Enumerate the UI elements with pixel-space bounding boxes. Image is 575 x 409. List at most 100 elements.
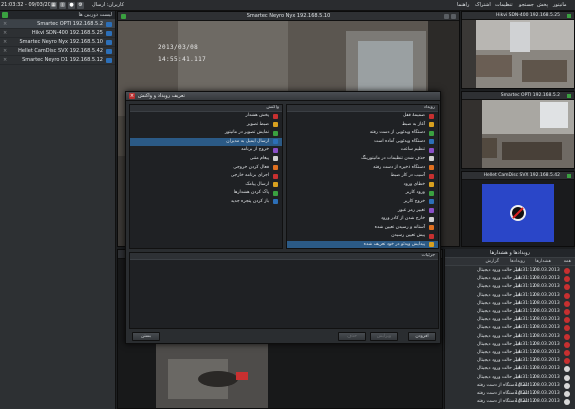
maximize-icon[interactable] bbox=[451, 14, 456, 19]
event-row[interactable]: تغییر حالت ورود دیجیتال 14:31:12 08.03.201… bbox=[445, 357, 575, 365]
event-list-item[interactable]: ضمیمهٔ قفل bbox=[287, 112, 438, 121]
actions-scrollbar[interactable] bbox=[282, 113, 283, 249]
menu-search[interactable]: جستجو bbox=[519, 2, 534, 8]
event-list-item[interactable]: ورود کاربر bbox=[287, 189, 438, 198]
error-icon bbox=[564, 317, 570, 324]
event-list-item[interactable]: آستانه و رسیدن تعیین شده bbox=[287, 224, 438, 233]
list-item-icon bbox=[273, 165, 278, 171]
action-list-item[interactable]: پاک کردن هشدارها bbox=[130, 189, 282, 198]
camera-item[interactable]: × Hikvi SDN-400 192.168.5.25 bbox=[0, 29, 115, 38]
event-row[interactable]: اتصال دستگاه از دست رفته 14:31:12 08.03.20… bbox=[445, 382, 575, 390]
event-list-item[interactable]: حذف شدن تنظیمات در مانیتورینگ bbox=[287, 155, 438, 164]
list-item-label: خروج کاربر bbox=[403, 198, 425, 204]
thumbnail-titlebar: Hikvi SDN-400 192.168.5.25 bbox=[462, 12, 574, 20]
action-list-item[interactable]: نمایش تصویر در مانیتور bbox=[130, 129, 282, 138]
event-row[interactable]: تغییر حالت ورود دیجیتال 14:31:12 08.03.201… bbox=[445, 365, 575, 373]
event-list-item[interactable]: خطای ورود bbox=[287, 181, 438, 190]
tab-alarms[interactable]: هشدارها bbox=[535, 259, 551, 264]
event-date: 08.03.2013 bbox=[534, 309, 560, 314]
list-item-icon bbox=[429, 173, 434, 179]
event-row[interactable]: اتصال دستگاه از دست رفته 14:31:12 08.03.20… bbox=[445, 390, 575, 398]
event-time: 14:31:12 bbox=[515, 399, 536, 405]
event-row[interactable]: تغییر حالت ورود دیجیتال 14:31:12 08.03.201… bbox=[445, 308, 575, 316]
status-hint: کاربران: ارسال bbox=[92, 2, 124, 8]
camera-item[interactable]: × Smartec Neyro D1 192.168.5.12 bbox=[0, 56, 115, 65]
list-item-label: فعال کردن خروجی bbox=[233, 164, 269, 170]
event-row[interactable]: تغییر حالت ورود دیجیتال 14:31:12 08.03.201… bbox=[445, 341, 575, 349]
event-row[interactable]: تغییر حالت ورود دیجیتال 14:31:12 08.03.201… bbox=[445, 300, 575, 308]
event-list-item[interactable]: پیدایش ویدئو در خود تعریف شده bbox=[287, 240, 438, 248]
event-list-item[interactable]: تنظیم ساعت bbox=[287, 146, 438, 155]
menu-playback[interactable]: پخش bbox=[537, 2, 548, 8]
events-list-pane: رویداد ضمیمهٔ قفل آغاز به ضبط دستگاه ویدئو… bbox=[286, 104, 439, 249]
action-list-item[interactable]: ارسال ایمیل به مدیران bbox=[130, 137, 282, 147]
event-row[interactable]: تغییر حالت ورود دیجیتال 14:31:12 08.03.201… bbox=[445, 292, 575, 300]
close-icon[interactable]: × bbox=[129, 93, 135, 99]
camera-item[interactable]: × Hellet CamDisc SVX 192.168.5.42 bbox=[0, 47, 115, 56]
settings-icon[interactable]: ⚙ bbox=[77, 2, 84, 9]
event-row[interactable]: تغییر حالت ورود دیجیتال 14:31:12 08.03.201… bbox=[445, 283, 575, 291]
action-list-item[interactable]: ضبط تصویر bbox=[130, 121, 282, 130]
event-row[interactable]: تغییر حالت ورود دیجیتال 14:31:12 08.03.201… bbox=[445, 324, 575, 332]
menu-help[interactable]: راهنما bbox=[457, 2, 469, 8]
thumbnail-view[interactable]: Smartec OPTI 192.168.5.2 bbox=[461, 91, 575, 169]
event-list-item[interactable]: دستگاه ویدئویی آماده است bbox=[287, 138, 438, 147]
camera-label: Smartec Neyro Nyx 192.168.5.10 bbox=[19, 39, 103, 45]
event-row[interactable]: تغییر حالت ورود دیجیتال 14:31:12 08.03.201… bbox=[445, 349, 575, 357]
event-list-item[interactable]: آغاز به ضبط bbox=[287, 121, 438, 130]
list-item-icon bbox=[273, 156, 278, 162]
tab-events[interactable]: رویدادها bbox=[510, 259, 525, 264]
event-row[interactable]: تغییر حالت ورود دیجیتال 14:31:12 08.03.201… bbox=[445, 267, 575, 275]
camera-item[interactable]: × Smartec OPTI 192.168.5.2 bbox=[0, 20, 115, 29]
ok-icon[interactable] bbox=[2, 12, 8, 18]
event-list-item[interactable]: خارج شدن از کادر ورود bbox=[287, 215, 438, 224]
layout-1-icon[interactable]: ▦ bbox=[50, 2, 57, 9]
event-row[interactable]: تغییر حالت ورود دیجیتال 14:31:12 08.03.201… bbox=[445, 275, 575, 283]
action-list-item[interactable]: ارسال پیامک bbox=[130, 181, 282, 190]
event-date: 08.03.2013 bbox=[534, 268, 560, 273]
action-list-item[interactable]: فعال کردن خروجی bbox=[130, 164, 282, 173]
menu-settings[interactable]: تنظیمات bbox=[495, 2, 513, 8]
event-time: 14:31:12 bbox=[515, 341, 536, 347]
event-list-item[interactable]: تغییر رمز عبور bbox=[287, 207, 438, 216]
event-row[interactable]: تغییر حالت ورود دیجیتال 14:31:12 08.03.201… bbox=[445, 374, 575, 382]
event-date: 08.03.2013 bbox=[534, 382, 560, 388]
event-list-item[interactable]: دستگاه ذخیره از دست رفته bbox=[287, 164, 438, 173]
event-row[interactable]: تغییر حالت ورود دیجیتال 14:31:12 08.03.201… bbox=[445, 333, 575, 341]
action-list-item[interactable]: باز کردن پنجره جدید bbox=[130, 198, 282, 207]
menu-monitor[interactable]: مانیتور bbox=[553, 2, 567, 8]
layout-4-icon[interactable]: ▥ bbox=[59, 2, 66, 9]
action-list-item[interactable]: پخش هشدار bbox=[130, 112, 282, 121]
info-icon bbox=[564, 366, 570, 373]
edit-button[interactable]: ویرایش bbox=[370, 332, 398, 341]
menu-share[interactable]: اشتراک bbox=[475, 2, 491, 8]
list-item-icon bbox=[429, 216, 434, 222]
action-list-item[interactable]: خروج از برنامه bbox=[130, 146, 282, 155]
event-list-item[interactable]: پیش تعیین رسیدن bbox=[287, 232, 438, 241]
add-button[interactable]: افزودن bbox=[408, 332, 436, 341]
event-row[interactable]: تغییر حالت ورود دیجیتال 14:31:12 08.03.201… bbox=[445, 316, 575, 324]
event-list-item[interactable]: آسیب در کار ضبط bbox=[287, 172, 438, 181]
delete-button[interactable]: حذف bbox=[338, 332, 366, 341]
event-list-item[interactable]: دستگاه ویدئویی از دست رفته bbox=[287, 129, 438, 138]
list-item-icon bbox=[429, 139, 434, 145]
error-icon bbox=[564, 333, 570, 340]
event-row[interactable]: اتصال دستگاه از دست رفته 14:31:12 08.03.20… bbox=[445, 398, 575, 406]
snapshot-icon[interactable] bbox=[444, 14, 449, 19]
tab-log[interactable]: گزارش bbox=[485, 259, 499, 264]
event-list-item[interactable]: خروج کاربر bbox=[287, 198, 438, 207]
list-item-icon bbox=[429, 233, 434, 239]
list-item-label: نمایش تصویر در مانیتور bbox=[224, 130, 269, 136]
close-button[interactable]: بستن bbox=[132, 332, 160, 341]
event-time: 14:31:12 bbox=[515, 382, 536, 388]
camera-item[interactable]: × Smartec Neyro Nyx 192.168.5.10 bbox=[0, 38, 115, 47]
list-item-icon bbox=[273, 190, 278, 196]
action-list-item[interactable]: اجرای برنامه خارجی bbox=[130, 172, 282, 181]
thumbnail-view[interactable]: Hellet CamDisc SVX 192.168.5.42 bbox=[461, 171, 575, 247]
info-icon bbox=[564, 382, 570, 389]
record-icon[interactable]: ● bbox=[68, 2, 75, 9]
list-item-label: خارج شدن از کادر ورود bbox=[380, 216, 425, 222]
tab-all[interactable]: همه bbox=[564, 259, 571, 264]
thumbnail-view[interactable]: Hikvi SDN-400 192.168.5.25 bbox=[461, 11, 575, 89]
action-list-item[interactable]: پیغام متنی bbox=[130, 155, 282, 164]
